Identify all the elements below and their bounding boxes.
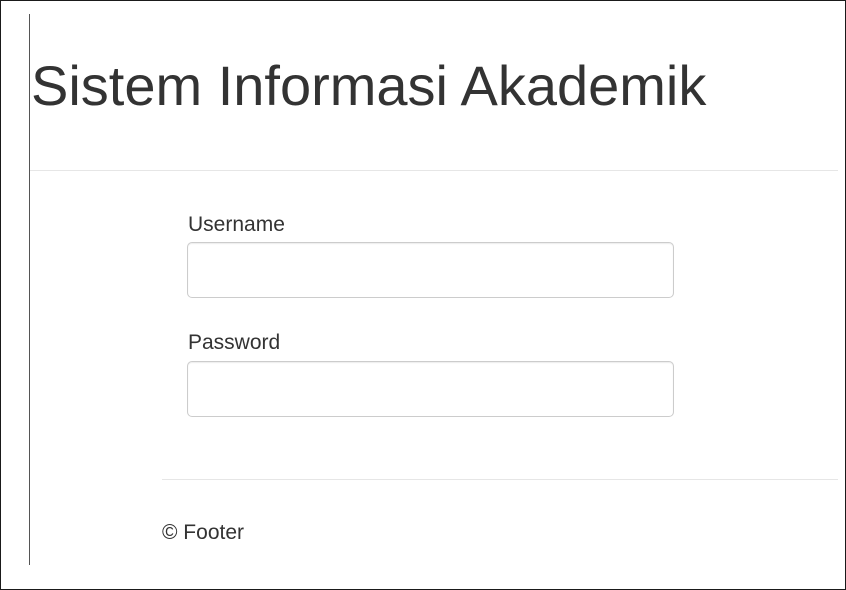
left-border-line [29,14,30,565]
password-input[interactable] [187,361,674,417]
password-label: Password [188,331,281,354]
username-input[interactable] [187,242,674,298]
page-title: Sistem Informasi Akademik [31,54,707,117]
username-label: Username [188,213,285,236]
header-divider [30,170,838,171]
footer-divider [162,479,838,480]
footer-text: © Footer [162,521,245,544]
